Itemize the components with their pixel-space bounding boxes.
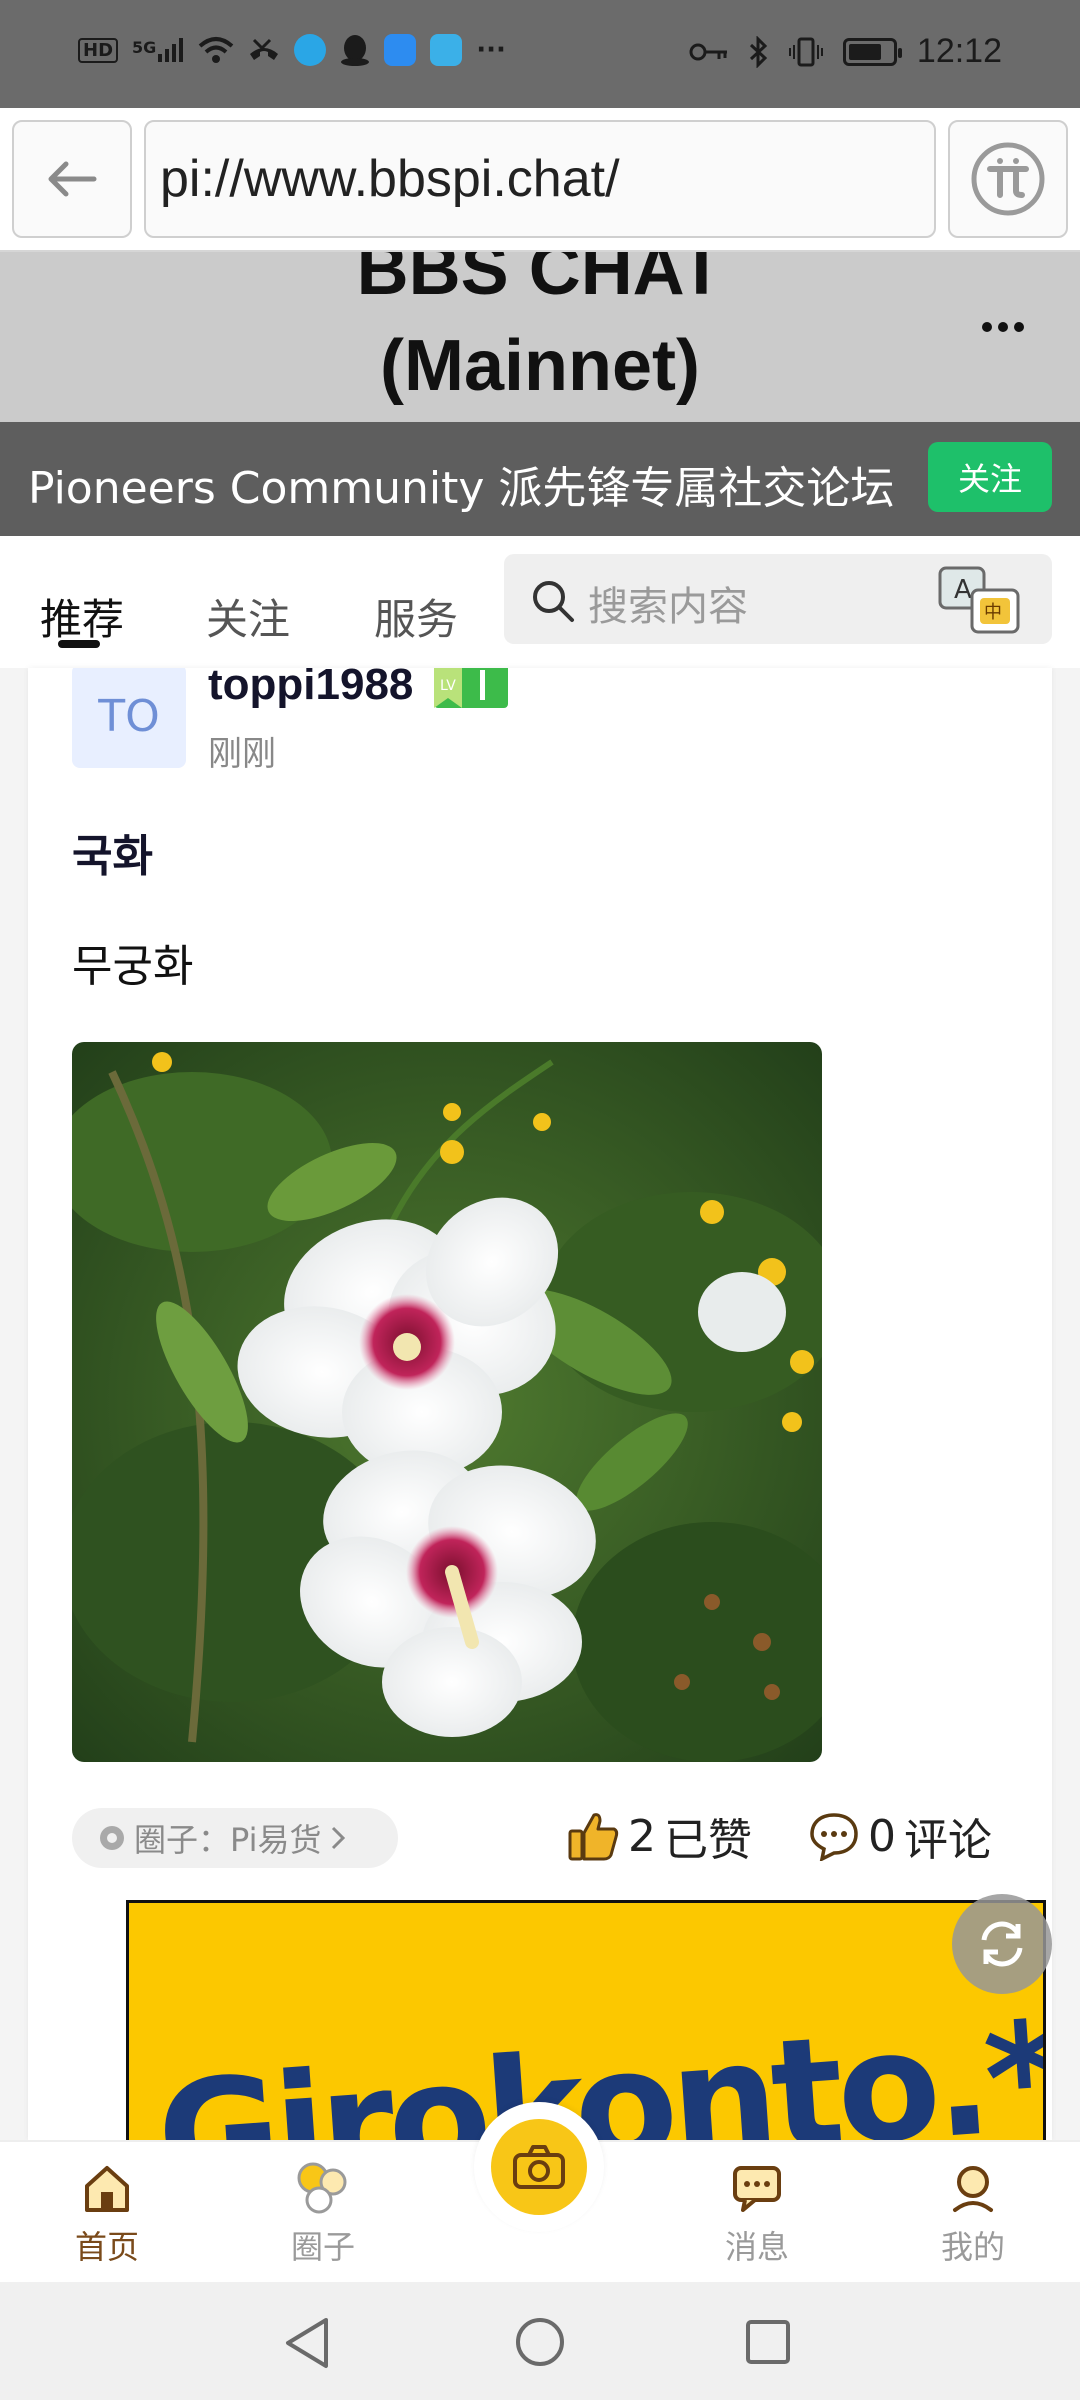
tab-recommended[interactable]: 推荐 (40, 586, 124, 647)
like-count: 2 (628, 1810, 656, 1862)
site-title-line1: BBS CHAT (356, 252, 724, 310)
like-button[interactable]: 2 已赞 (568, 1804, 752, 1868)
home-icon (85, 2166, 129, 2212)
app-notification-icon (294, 34, 327, 66)
circles-icon (297, 2162, 347, 2214)
network-type-label: 5G (132, 38, 157, 57)
post-title: 국화 (72, 831, 153, 882)
message-icon (733, 2166, 781, 2212)
vibrate-icon (788, 37, 823, 66)
search-app-icon (384, 34, 417, 66)
post-card[interactable]: TO toppi1988 LV 刚刚 국화 무궁화 圈子：Pi易货 2 已赞 0… (28, 668, 1052, 2140)
back-button[interactable] (12, 120, 132, 238)
camera-post-button[interactable] (474, 2102, 604, 2232)
comment-count: 0 (868, 1810, 896, 1862)
level-label: LV (440, 678, 456, 694)
translate-icon[interactable]: A中 (938, 564, 1022, 636)
nav-profile-label: 我的 (940, 2228, 1005, 2266)
username[interactable]: toppi1988 (208, 668, 413, 710)
site-title: BBS CHAT (Mainnet) (0, 252, 1080, 414)
back-triangle-icon[interactable] (282, 2316, 332, 2370)
bluetooth-icon (749, 35, 768, 68)
recents-square-icon[interactable] (744, 2318, 792, 2366)
refresh-icon (981, 1921, 1023, 1967)
status-bar: HD 5G ··· 12:12 (0, 0, 1080, 108)
hibiscus-photo-image (72, 1042, 822, 1762)
missed-call-icon (250, 38, 279, 60)
nav-messages-label: 消息 (724, 2228, 789, 2266)
comment-label: 评论 (904, 1815, 992, 1866)
url-field[interactable]: pi://www.bbspi.chat/ (144, 120, 936, 238)
wifi-icon (198, 37, 234, 63)
nav-home-label: 首页 (74, 2228, 139, 2266)
site-header: BBS CHAT (Mainnet) (0, 252, 1080, 422)
follow-button[interactable]: 关注 (928, 442, 1052, 512)
community-banner: Pioneers Community 派先锋专属社交论坛 关注 (0, 422, 1080, 536)
arrow-left-icon (48, 161, 97, 197)
home-circle-icon[interactable] (514, 2316, 566, 2368)
system-navigation-bar (0, 2282, 1080, 2400)
key-icon (689, 43, 727, 60)
qq-icon (341, 35, 370, 66)
thumbs-up-icon (568, 1813, 619, 1861)
search-placeholder: 搜索内容 (588, 584, 748, 630)
url-text: pi://www.bbspi.chat/ (160, 150, 620, 208)
circle-label: 圈子：Pi易货 (134, 1821, 322, 1859)
banner-text: Pioneers Community 派先锋专属社交论坛 (28, 463, 895, 514)
pi-logo-icon (971, 142, 1045, 216)
search-icon (533, 581, 574, 622)
avatar[interactable]: TO (72, 668, 186, 768)
nav-profile[interactable]: 我的 (908, 2160, 1038, 2268)
nav-messages[interactable]: 消息 (692, 2160, 822, 2268)
post-body: 무궁화 (72, 941, 194, 992)
svg-text:A: A (954, 575, 972, 605)
refresh-button[interactable] (952, 1894, 1052, 1994)
camera-icon (513, 2145, 565, 2189)
circle-icon (100, 1826, 124, 1850)
bottom-navigation: 首页 圈子 消息 我的 (0, 2102, 1080, 2282)
next-post-image[interactable]: Girokonto.* (126, 1900, 1046, 2140)
like-label: 已赞 (664, 1815, 752, 1866)
nav-circles[interactable]: 圈子 (258, 2160, 388, 2268)
circle-link[interactable]: 圈子：Pi易货 (72, 1808, 398, 1868)
comment-button[interactable]: 0 评论 (808, 1804, 992, 1868)
more-notifications-icon: ··· (476, 35, 506, 65)
profile-icon (953, 2166, 993, 2212)
site-title-line2: (Mainnet) (380, 326, 700, 406)
ad-text: Girokonto.* (152, 1989, 1046, 2140)
nav-home[interactable]: 首页 (42, 2160, 172, 2268)
signal-icon: 5G (132, 38, 184, 62)
post-photo[interactable] (72, 1042, 822, 1762)
active-tab-indicator (58, 640, 100, 648)
status-time: 12:12 (916, 32, 1002, 70)
post-time: 刚刚 (208, 734, 276, 774)
hd-icon: HD (78, 37, 119, 63)
nav-circles-label: 圈子 (290, 2228, 355, 2266)
feed-tabs: 推荐 关注 服务 搜索内容 A中 (0, 536, 1080, 668)
tab-following[interactable]: 关注 (206, 586, 290, 647)
battery-icon (842, 37, 902, 66)
status-icons-left: HD 5G ··· (78, 34, 506, 66)
pi-browser-button[interactable] (948, 120, 1068, 238)
browser-toolbar: pi://www.bbspi.chat/ (0, 108, 1080, 252)
more-options-icon[interactable] (982, 322, 1024, 332)
tab-services[interactable]: 服务 (374, 586, 458, 647)
reader-app-icon (430, 34, 463, 66)
comment-icon (810, 1813, 858, 1861)
search-input[interactable]: 搜索内容 A中 (504, 554, 1052, 644)
chevron-right-icon (331, 1826, 345, 1850)
level-badge-icon: LV (434, 668, 508, 708)
svg-text:中: 中 (984, 602, 1002, 623)
status-icons-right: 12:12 (689, 32, 1002, 71)
